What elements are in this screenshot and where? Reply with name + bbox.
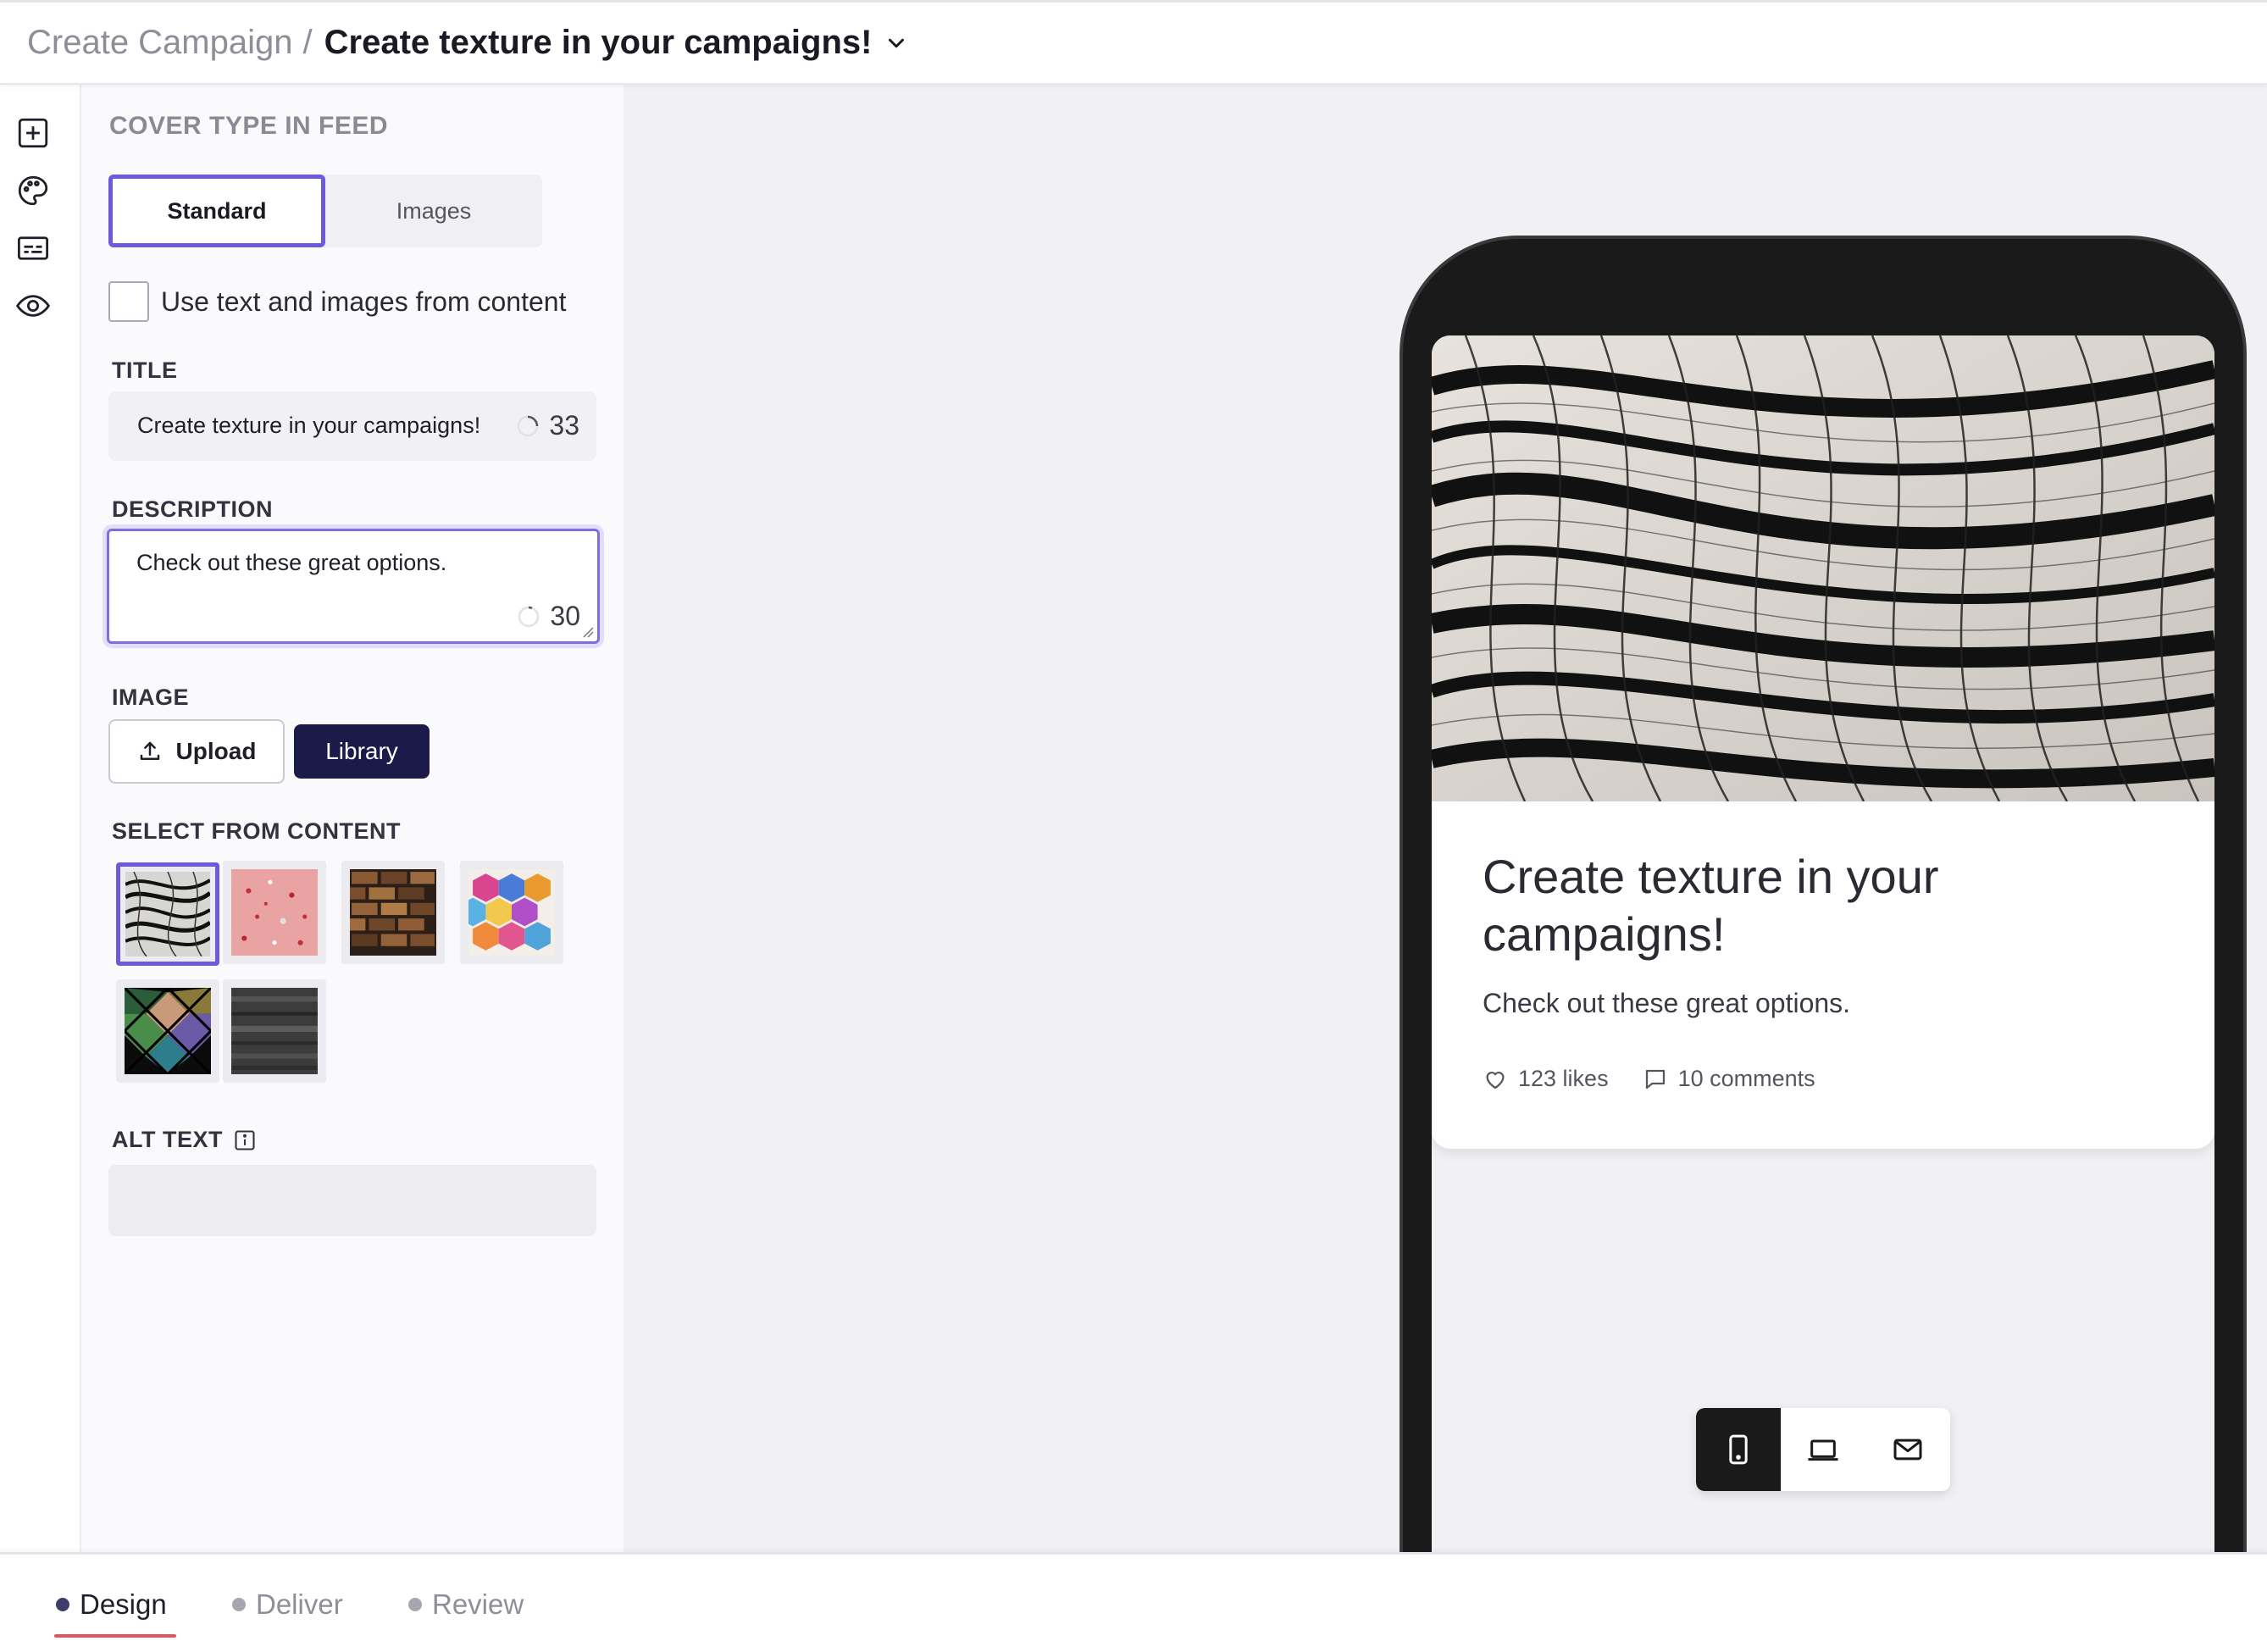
title-input[interactable]: Create texture in your campaigns! 33 (108, 391, 596, 461)
library-button[interactable]: Library (294, 724, 430, 779)
add-square-icon[interactable] (15, 115, 51, 151)
dark-noise-image (231, 988, 318, 1074)
upload-label: Upload (175, 738, 257, 764)
header: Create Campaign / Create texture in your… (0, 0, 2267, 85)
mobile-icon (1729, 1434, 1748, 1465)
description-value: Check out these great options. (136, 550, 447, 575)
eye-icon[interactable] (15, 288, 51, 324)
wavy-mesh-image (125, 872, 210, 956)
step-deliver-label: Deliver (256, 1588, 343, 1620)
phone-screen: Create texture in your campaigns! Check … (1432, 335, 2214, 1552)
resize-handle-icon[interactable] (580, 624, 594, 638)
cover-type-label: COVER TYPE IN FEED (109, 112, 389, 140)
progress-ring-icon (518, 606, 540, 627)
icon-rail (0, 85, 81, 1552)
use-content-row: Use text and images from content (108, 281, 566, 322)
select-from-content-label: SELECT FROM CONTENT (112, 818, 401, 844)
upload-icon (140, 741, 159, 760)
step-review[interactable]: Review (408, 1588, 524, 1621)
step-review-label: Review (432, 1588, 524, 1620)
upload-button[interactable]: Upload (108, 719, 285, 784)
content-thumbnail-hexagon-cubes[interactable] (460, 861, 563, 964)
hexagon-cubes-image (468, 869, 555, 956)
device-switcher (1696, 1408, 1950, 1491)
alt-text-label-row: ALT TEXT (112, 1127, 257, 1153)
preview-area: Create texture in your campaigns! Check … (624, 85, 2267, 1552)
content-thumbnail-dark-noise[interactable] (223, 979, 326, 1083)
content-thumbnail-stained-glass[interactable] (116, 979, 219, 1083)
card-cover-image (1432, 335, 2214, 801)
device-laptop-button[interactable] (1781, 1408, 1865, 1491)
step-design-label: Design (80, 1588, 167, 1620)
laptop-icon (1808, 1439, 1838, 1461)
image-label: IMAGE (112, 685, 190, 710)
step-design[interactable]: Design (56, 1588, 167, 1621)
design-panel: COVER TYPE IN FEED Standard Images Use t… (81, 85, 624, 1552)
step-deliver[interactable]: Deliver (232, 1588, 343, 1621)
description-label: DESCRIPTION (112, 496, 274, 522)
info-icon[interactable] (233, 1128, 257, 1152)
cover-type-standard-button[interactable]: Standard (108, 175, 325, 247)
device-email-button[interactable] (1865, 1408, 1950, 1491)
captions-icon[interactable] (15, 230, 51, 266)
comments-count: 10 comments (1677, 1066, 1815, 1091)
pink-confetti-image (231, 869, 318, 956)
breadcrumb-root[interactable]: Create Campaign (27, 24, 293, 62)
card-title: Create texture in your campaigns! (1483, 850, 1939, 961)
alt-text-label: ALT TEXT (112, 1127, 223, 1152)
use-content-label: Use text and images from content (161, 285, 567, 317)
step-dot (408, 1598, 422, 1611)
alt-text-input[interactable] (108, 1165, 596, 1236)
breadcrumb-current[interactable]: Create texture in your campaigns! (324, 24, 873, 62)
step-bar: Design Deliver Review (0, 1552, 2267, 1652)
stained-glass-image (125, 988, 211, 1074)
content-thumbnail-brick-wall[interactable] (341, 861, 445, 964)
device-mobile-button[interactable] (1696, 1408, 1781, 1491)
chevron-down-icon[interactable] (884, 30, 909, 56)
card-meta: 123 likes 10 comments (1483, 1066, 1815, 1092)
description-textarea[interactable]: Check out these great options. 30 (107, 529, 600, 644)
comment-icon[interactable] (1643, 1067, 1668, 1092)
content-thumbnail-wavy-mesh[interactable] (116, 862, 219, 966)
cover-type-toggle: Standard Images (108, 175, 542, 247)
brick-wall-image (350, 869, 436, 956)
card-description: Check out these great options. (1483, 988, 1851, 1018)
title-label: TITLE (112, 358, 178, 383)
cover-type-images-button[interactable]: Images (325, 175, 542, 247)
breadcrumb-separator: / (302, 24, 313, 61)
active-step-underline (54, 1634, 176, 1638)
progress-ring-icon (518, 415, 539, 436)
title-input-value: Create texture in your campaigns! (137, 413, 481, 438)
mail-icon (1893, 1439, 1922, 1461)
likes-count: 123 likes (1518, 1066, 1609, 1091)
step-dot (232, 1598, 246, 1611)
content-thumbnail-pink-confetti[interactable] (223, 861, 326, 964)
palette-icon[interactable] (15, 173, 51, 208)
feed-card[interactable]: Create texture in your campaigns! Check … (1432, 335, 2214, 1149)
heart-icon[interactable] (1483, 1067, 1508, 1092)
description-remaining: 30 (550, 601, 580, 631)
title-char-counter: 33 (515, 410, 579, 441)
description-char-counter: 30 (516, 601, 580, 632)
title-remaining: 33 (549, 410, 579, 441)
step-dot (56, 1598, 69, 1611)
use-content-checkbox[interactable] (108, 281, 149, 322)
